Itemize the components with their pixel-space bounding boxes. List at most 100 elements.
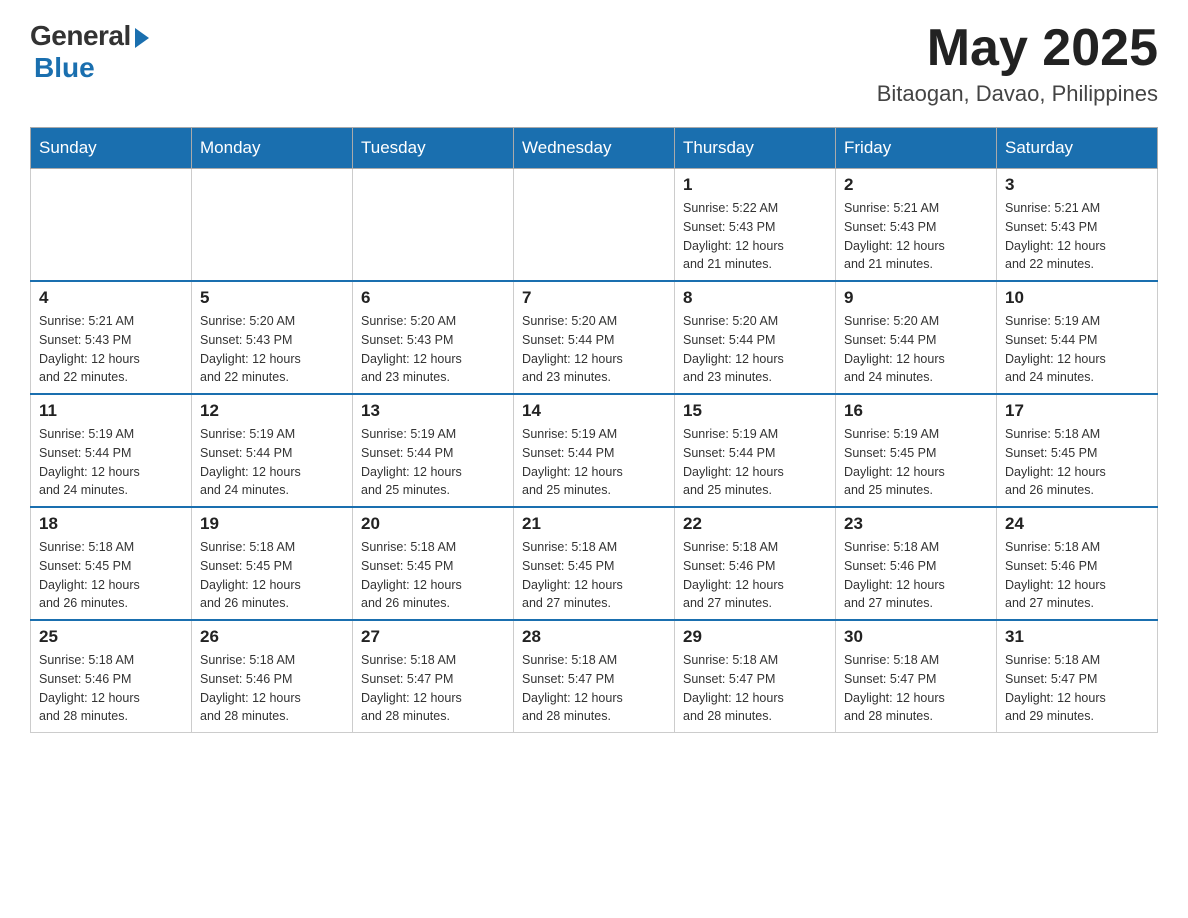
logo-arrow-icon — [135, 28, 149, 48]
day-number: 16 — [844, 401, 988, 421]
day-info: Sunrise: 5:18 AMSunset: 5:46 PMDaylight:… — [844, 538, 988, 613]
calendar-cell — [31, 169, 192, 282]
calendar-cell: 27Sunrise: 5:18 AMSunset: 5:47 PMDayligh… — [353, 620, 514, 733]
day-info: Sunrise: 5:20 AMSunset: 5:44 PMDaylight:… — [683, 312, 827, 387]
calendar-cell: 29 Sunrise: 5:18 AMSunset: 5:47 PMDayligh… — [675, 620, 836, 733]
day-info: Sunrise: 5:20 AMSunset: 5:43 PMDaylight:… — [200, 312, 344, 387]
calendar-cell: 20 Sunrise: 5:18 AMSunset: 5:45 PMDayligh… — [353, 507, 514, 620]
calendar-cell: 5 Sunrise: 5:20 AMSunset: 5:43 PMDaylight… — [192, 281, 353, 394]
day-info: Sunrise: 5:18 AMSunset: 5:47 PMDaylight:… — [683, 651, 827, 726]
day-info: Sunrise: 5:19 AMSunset: 5:44 PMDaylight:… — [361, 425, 505, 500]
calendar-cell: 22 Sunrise: 5:18 AMSunset: 5:46 PMDayligh… — [675, 507, 836, 620]
day-info: Sunrise: 5:20 AMSunset: 5:43 PMDaylight:… — [361, 312, 505, 387]
logo-blue-text: Blue — [34, 52, 95, 84]
calendar-cell: 1 Sunrise: 5:22 AMSunset: 5:43 PMDaylight… — [675, 169, 836, 282]
day-info: Sunrise: 5:18 AMSunset: 5:46 PMDaylight:… — [683, 538, 827, 613]
calendar-cell: 21 Sunrise: 5:18 AMSunset: 5:45 PMDayligh… — [514, 507, 675, 620]
column-header-tuesday: Tuesday — [353, 128, 514, 169]
title-section: May 2025 Bitaogan, Davao, Philippines — [877, 20, 1158, 107]
day-number: 12 — [200, 401, 344, 421]
calendar-cell: 23 Sunrise: 5:18 AMSunset: 5:46 PMDayligh… — [836, 507, 997, 620]
calendar-cell: 2 Sunrise: 5:21 AMSunset: 5:43 PMDaylight… — [836, 169, 997, 282]
calendar-cell — [192, 169, 353, 282]
column-header-friday: Friday — [836, 128, 997, 169]
day-info: Sunrise: 5:20 AMSunset: 5:44 PMDaylight:… — [522, 312, 666, 387]
day-info: Sunrise: 5:18 AMSunset: 5:46 PMDaylight:… — [1005, 538, 1149, 613]
location-subtitle: Bitaogan, Davao, Philippines — [877, 81, 1158, 107]
calendar-cell: 26 Sunrise: 5:18 AMSunset: 5:46 PMDayligh… — [192, 620, 353, 733]
day-info: Sunrise: 5:18 AMSunset: 5:46 PMDaylight:… — [39, 651, 183, 726]
day-number: 28 — [522, 627, 666, 647]
day-info: Sunrise: 5:18 AMSunset: 5:47 PMDaylight:… — [522, 651, 666, 726]
calendar-table: SundayMondayTuesdayWednesdayThursdayFrid… — [30, 127, 1158, 733]
day-info: Sunrise: 5:21 AMSunset: 5:43 PMDaylight:… — [844, 199, 988, 274]
calendar-cell: 19 Sunrise: 5:18 AMSunset: 5:45 PMDayligh… — [192, 507, 353, 620]
calendar-week-2: 4Sunrise: 5:21 AMSunset: 5:43 PMDaylight… — [31, 281, 1158, 394]
day-info: Sunrise: 5:19 AMSunset: 5:44 PMDaylight:… — [683, 425, 827, 500]
day-number: 11 — [39, 401, 183, 421]
day-info: Sunrise: 5:19 AMSunset: 5:44 PMDaylight:… — [1005, 312, 1149, 387]
day-number: 17 — [1005, 401, 1149, 421]
calendar-cell: 15Sunrise: 5:19 AMSunset: 5:44 PMDayligh… — [675, 394, 836, 507]
calendar-week-4: 18 Sunrise: 5:18 AMSunset: 5:45 PMDayligh… — [31, 507, 1158, 620]
day-info: Sunrise: 5:18 AMSunset: 5:45 PMDaylight:… — [200, 538, 344, 613]
day-info: Sunrise: 5:22 AMSunset: 5:43 PMDaylight:… — [683, 199, 827, 274]
column-header-wednesday: Wednesday — [514, 128, 675, 169]
day-number: 30 — [844, 627, 988, 647]
calendar-cell: 25Sunrise: 5:18 AMSunset: 5:46 PMDayligh… — [31, 620, 192, 733]
day-number: 21 — [522, 514, 666, 534]
calendar-cell: 24 Sunrise: 5:18 AMSunset: 5:46 PMDayligh… — [997, 507, 1158, 620]
day-number: 19 — [200, 514, 344, 534]
day-info: Sunrise: 5:19 AMSunset: 5:44 PMDaylight:… — [39, 425, 183, 500]
calendar-cell: 31Sunrise: 5:18 AMSunset: 5:47 PMDayligh… — [997, 620, 1158, 733]
calendar-cell: 9Sunrise: 5:20 AMSunset: 5:44 PMDaylight… — [836, 281, 997, 394]
calendar-cell — [353, 169, 514, 282]
calendar-cell: 8 Sunrise: 5:20 AMSunset: 5:44 PMDaylight… — [675, 281, 836, 394]
day-number: 18 — [39, 514, 183, 534]
day-info: Sunrise: 5:19 AMSunset: 5:44 PMDaylight:… — [522, 425, 666, 500]
day-number: 5 — [200, 288, 344, 308]
day-number: 24 — [1005, 514, 1149, 534]
calendar-week-3: 11 Sunrise: 5:19 AMSunset: 5:44 PMDayligh… — [31, 394, 1158, 507]
column-header-monday: Monday — [192, 128, 353, 169]
day-info: Sunrise: 5:18 AMSunset: 5:45 PMDaylight:… — [522, 538, 666, 613]
day-number: 8 — [683, 288, 827, 308]
month-year-title: May 2025 — [877, 20, 1158, 77]
day-number: 10 — [1005, 288, 1149, 308]
day-info: Sunrise: 5:18 AMSunset: 5:46 PMDaylight:… — [200, 651, 344, 726]
calendar-cell: 3 Sunrise: 5:21 AMSunset: 5:43 PMDaylight… — [997, 169, 1158, 282]
calendar-cell: 13 Sunrise: 5:19 AMSunset: 5:44 PMDayligh… — [353, 394, 514, 507]
logo-general-text: General — [30, 20, 131, 52]
calendar-cell: 6Sunrise: 5:20 AMSunset: 5:43 PMDaylight… — [353, 281, 514, 394]
day-number: 23 — [844, 514, 988, 534]
day-number: 22 — [683, 514, 827, 534]
column-header-thursday: Thursday — [675, 128, 836, 169]
day-number: 3 — [1005, 175, 1149, 195]
calendar-cell: 11 Sunrise: 5:19 AMSunset: 5:44 PMDayligh… — [31, 394, 192, 507]
calendar-cell — [514, 169, 675, 282]
day-info: Sunrise: 5:19 AMSunset: 5:45 PMDaylight:… — [844, 425, 988, 500]
day-number: 1 — [683, 175, 827, 195]
calendar-cell: 10 Sunrise: 5:19 AMSunset: 5:44 PMDayligh… — [997, 281, 1158, 394]
day-info: Sunrise: 5:18 AMSunset: 5:47 PMDaylight:… — [361, 651, 505, 726]
day-number: 29 — [683, 627, 827, 647]
column-header-saturday: Saturday — [997, 128, 1158, 169]
day-number: 13 — [361, 401, 505, 421]
day-info: Sunrise: 5:18 AMSunset: 5:45 PMDaylight:… — [39, 538, 183, 613]
day-info: Sunrise: 5:18 AMSunset: 5:45 PMDaylight:… — [361, 538, 505, 613]
day-info: Sunrise: 5:21 AMSunset: 5:43 PMDaylight:… — [1005, 199, 1149, 274]
day-number: 26 — [200, 627, 344, 647]
day-number: 14 — [522, 401, 666, 421]
calendar-cell: 4Sunrise: 5:21 AMSunset: 5:43 PMDaylight… — [31, 281, 192, 394]
day-info: Sunrise: 5:18 AMSunset: 5:45 PMDaylight:… — [1005, 425, 1149, 500]
day-number: 20 — [361, 514, 505, 534]
day-info: Sunrise: 5:18 AMSunset: 5:47 PMDaylight:… — [1005, 651, 1149, 726]
day-info: Sunrise: 5:18 AMSunset: 5:47 PMDaylight:… — [844, 651, 988, 726]
calendar-week-5: 25Sunrise: 5:18 AMSunset: 5:46 PMDayligh… — [31, 620, 1158, 733]
calendar-cell: 28 Sunrise: 5:18 AMSunset: 5:47 PMDayligh… — [514, 620, 675, 733]
column-header-sunday: Sunday — [31, 128, 192, 169]
calendar-cell: 12Sunrise: 5:19 AMSunset: 5:44 PMDayligh… — [192, 394, 353, 507]
day-number: 2 — [844, 175, 988, 195]
day-number: 9 — [844, 288, 988, 308]
calendar-cell: 30 Sunrise: 5:18 AMSunset: 5:47 PMDayligh… — [836, 620, 997, 733]
